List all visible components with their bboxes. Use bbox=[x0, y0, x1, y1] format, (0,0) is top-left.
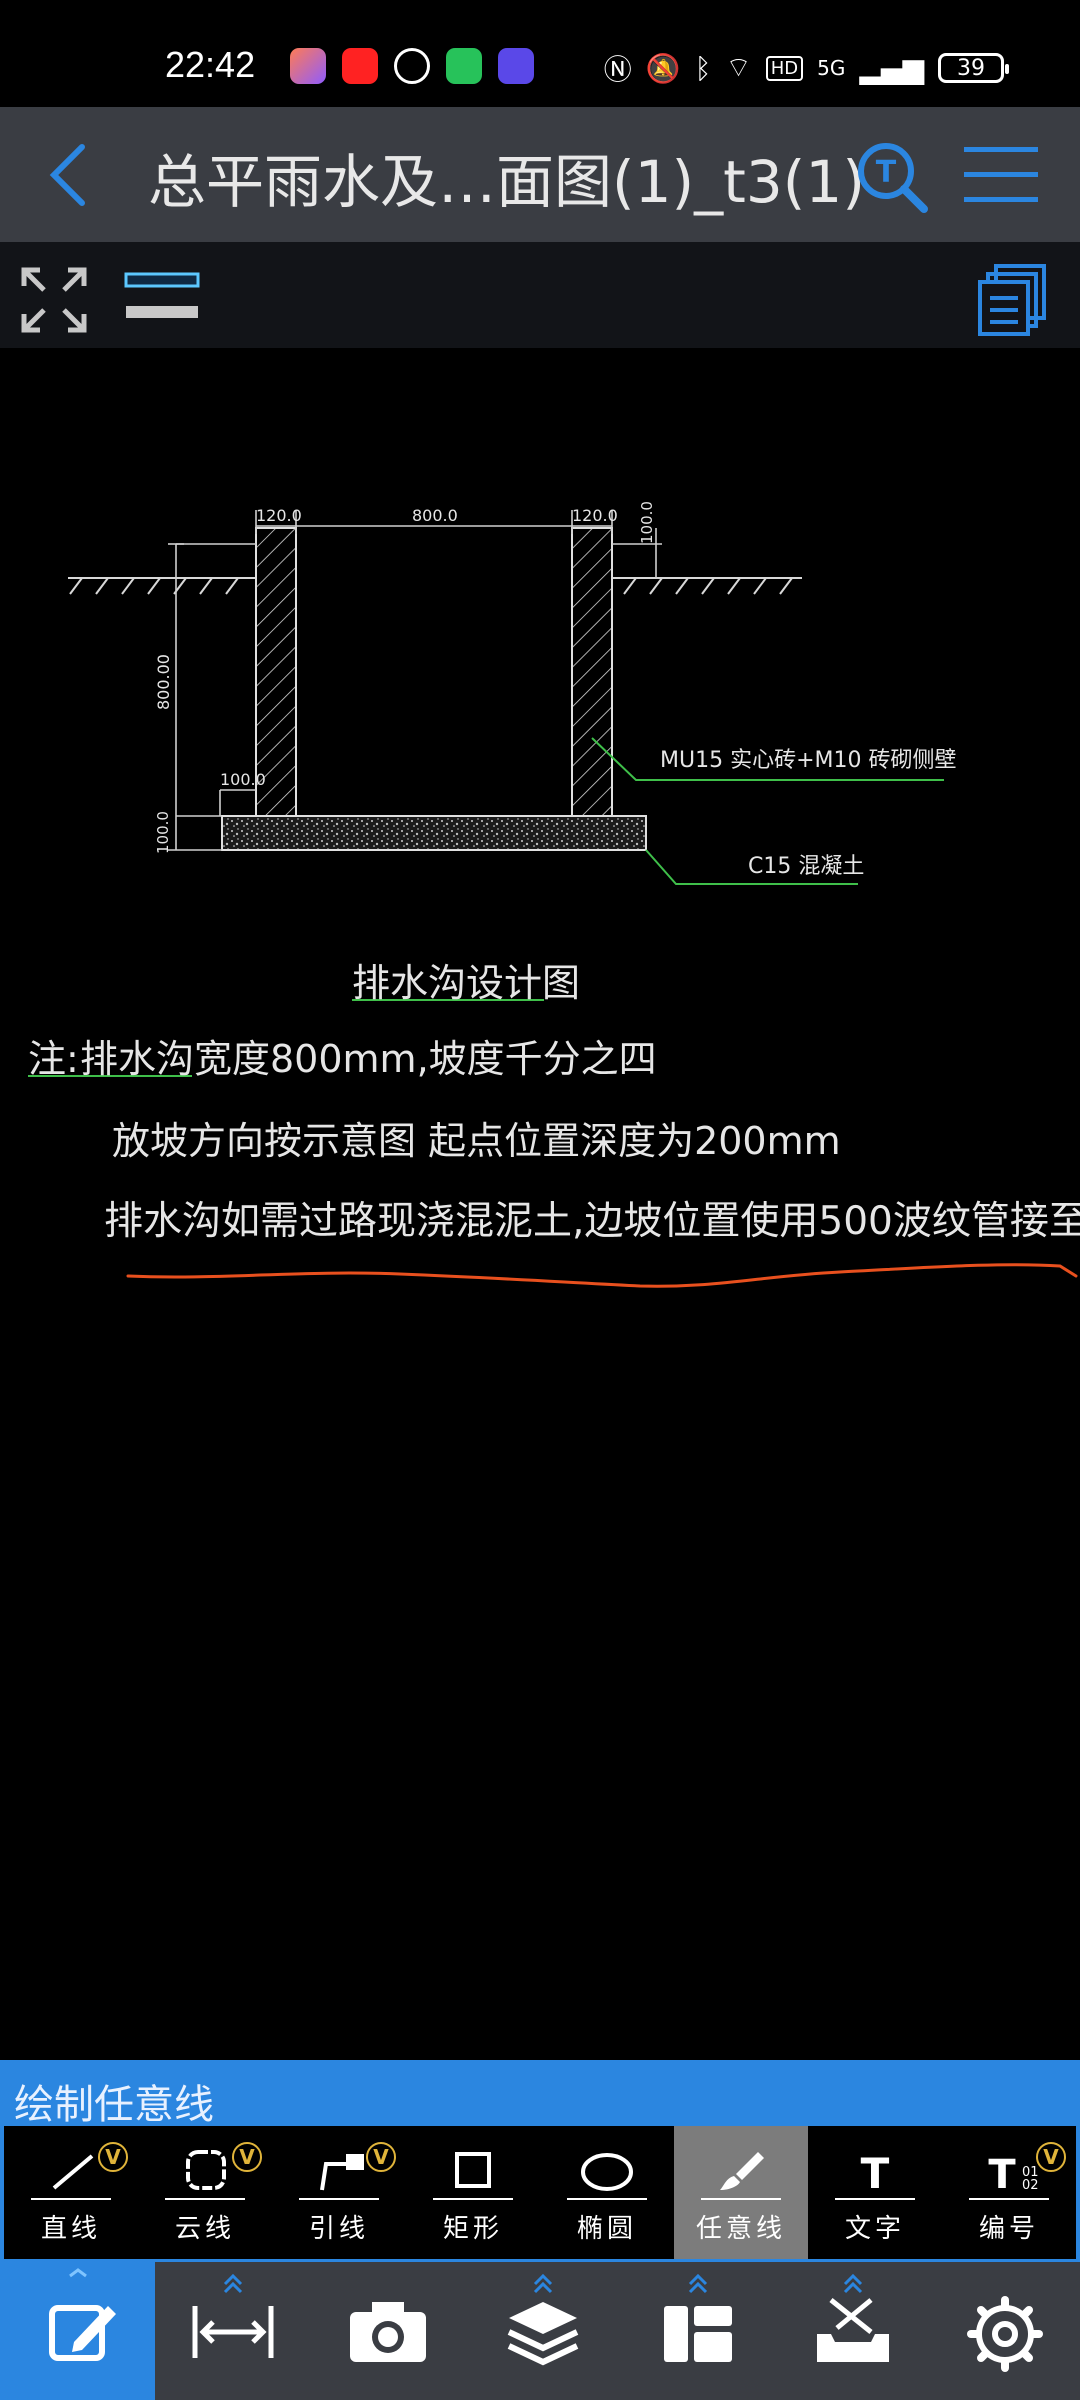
nav-layout[interactable] bbox=[620, 2262, 775, 2400]
mode-label: 绘制任意线 bbox=[14, 2082, 214, 2128]
dim-right-small: 100.0 bbox=[638, 501, 656, 544]
tool-cloud-label: 云线 bbox=[174, 2214, 235, 2244]
nav-settings[interactable] bbox=[930, 2262, 1080, 2400]
measure-icon bbox=[192, 2273, 274, 2358]
ground-left bbox=[68, 577, 256, 595]
freehand-stroke bbox=[126, 1263, 1078, 1288]
label-concrete: C15 混凝土 bbox=[748, 854, 865, 879]
edit-icon bbox=[49, 2268, 116, 2361]
app-notification-icon-1 bbox=[290, 48, 326, 84]
nfc-icon: Ⓝ bbox=[603, 53, 632, 86]
ground-right bbox=[612, 577, 802, 595]
hd-badge: HD bbox=[765, 55, 804, 81]
bluetooth-icon: ᛒ bbox=[694, 51, 712, 85]
vip-badge: V bbox=[232, 2142, 262, 2172]
vip-badge: V bbox=[366, 2142, 396, 2172]
tool-ellipse-label: 椭圆 bbox=[576, 2214, 637, 2244]
pages-icon[interactable] bbox=[978, 262, 1048, 336]
tool-line[interactable]: V 直线 bbox=[4, 2126, 138, 2259]
status-bar: 22:42 Ⓝ 🔕 ᛒ ⌔ HD 5G ▂▄▆ 39 bbox=[0, 0, 1080, 107]
tool-text[interactable]: T 文字 bbox=[808, 2126, 942, 2259]
status-time: 22:42 bbox=[165, 44, 256, 85]
svg-text:T: T bbox=[861, 2149, 890, 2198]
document-title: 总平雨水及…面图(1)_t3(1) bbox=[148, 148, 865, 216]
tool-text-label: 文字 bbox=[844, 2214, 905, 2244]
nav-annotate[interactable] bbox=[0, 2262, 155, 2400]
annotation-toolbar: V 直线 V 云线 V 引线 矩形 椭圆 任意线 T 文字 T 01 02 V … bbox=[0, 2126, 1080, 2262]
app-notification-icon-2 bbox=[342, 48, 378, 84]
nav-measure[interactable] bbox=[155, 2262, 310, 2400]
tool-rectangle-label: 矩形 bbox=[442, 2214, 503, 2244]
note-line-1: 排水沟宽度800mm,坡度千分之四 bbox=[80, 1037, 657, 1081]
nav-tools[interactable] bbox=[775, 2262, 930, 2400]
nav-camera[interactable] bbox=[310, 2262, 465, 2400]
layout-icon bbox=[664, 2273, 732, 2362]
drawing-canvas[interactable]: 120.0 800.0 120.0 100.0 800.00 100.0 100… bbox=[0, 348, 1080, 2060]
app-notification-icon-3 bbox=[394, 48, 430, 84]
tool-freehand-label: 任意线 bbox=[695, 2214, 786, 2244]
tool-freehand[interactable]: 任意线 bbox=[674, 2126, 808, 2259]
dim-top-right: 120.0 bbox=[572, 506, 618, 525]
app-notification-icon-4 bbox=[446, 48, 482, 84]
view-toolbar bbox=[0, 242, 1080, 348]
vip-badge: V bbox=[1036, 2142, 1066, 2172]
dim-top-center: 800.0 bbox=[412, 506, 458, 525]
bottom-nav bbox=[0, 2262, 1080, 2400]
camera-icon bbox=[350, 2302, 426, 2362]
concrete-base-slab bbox=[221, 815, 647, 851]
dim-top-left: 120.0 bbox=[256, 506, 302, 525]
layers-icon bbox=[507, 2273, 579, 2366]
tool-numbering-label: 编号 bbox=[978, 2214, 1039, 2244]
fullscreen-icon[interactable] bbox=[18, 264, 90, 336]
note-line-2: 放坡方向按示意图 起点位置深度为200mm bbox=[112, 1119, 841, 1163]
svg-text:T: T bbox=[988, 2152, 1016, 2198]
network-type: 5G bbox=[817, 56, 846, 80]
battery-icon: 39 bbox=[938, 53, 1009, 83]
tool-leader[interactable]: V 引线 bbox=[272, 2126, 406, 2259]
dim-left-height: 800.00 bbox=[154, 654, 173, 710]
toolbox-icon bbox=[817, 2273, 889, 2362]
signal-icon: ▂▄▆ bbox=[859, 51, 924, 85]
tool-leader-label: 引线 bbox=[308, 2214, 369, 2244]
drawing-heading: 排水沟设计图 bbox=[352, 961, 581, 1005]
tool-numbering[interactable]: T 01 02 V 编号 bbox=[942, 2126, 1076, 2259]
status-right-group: Ⓝ 🔕 ᛒ ⌔ HD 5G ▂▄▆ 39 bbox=[603, 48, 1009, 88]
gear-icon bbox=[967, 2296, 1043, 2372]
layer-toggle-icon[interactable] bbox=[124, 268, 200, 330]
title-bar: 总平雨水及…面图(1)_t3(1) T bbox=[0, 107, 1080, 242]
app-notification-icon-5 bbox=[498, 48, 534, 84]
tool-ellipse[interactable]: 椭圆 bbox=[540, 2126, 674, 2259]
drain-section bbox=[221, 527, 647, 851]
dim-base: 100.0 bbox=[154, 811, 172, 854]
dim-bottom-small: 100.0 bbox=[220, 770, 266, 789]
label-wall-material: MU15 实心砖+M10 砖砌侧壁 bbox=[660, 748, 957, 773]
wifi-icon: ⌔ bbox=[725, 50, 752, 84]
svg-text:02: 02 bbox=[1022, 2178, 1039, 2193]
battery-level: 39 bbox=[957, 55, 985, 81]
menu-icon[interactable] bbox=[962, 143, 1040, 207]
mode-banner: 绘制任意线 bbox=[0, 2060, 1080, 2128]
note-line-3: 排水沟如需过路现浇混泥土,边坡位置使用500波纹管接至边坡底 bbox=[104, 1199, 1080, 1244]
mute-icon: 🔕 bbox=[645, 51, 681, 85]
vip-badge: V bbox=[98, 2142, 128, 2172]
back-icon[interactable] bbox=[40, 135, 110, 215]
tool-rectangle[interactable]: 矩形 bbox=[406, 2126, 540, 2259]
nav-layers[interactable] bbox=[465, 2262, 620, 2400]
drain-right-brick-wall bbox=[571, 527, 613, 817]
svg-text:T: T bbox=[876, 155, 897, 190]
tool-cloud[interactable]: V 云线 bbox=[138, 2126, 272, 2259]
note-prefix: 注: bbox=[28, 1037, 79, 1081]
text-search-icon[interactable]: T bbox=[852, 137, 932, 217]
tool-line-label: 直线 bbox=[40, 2214, 101, 2244]
